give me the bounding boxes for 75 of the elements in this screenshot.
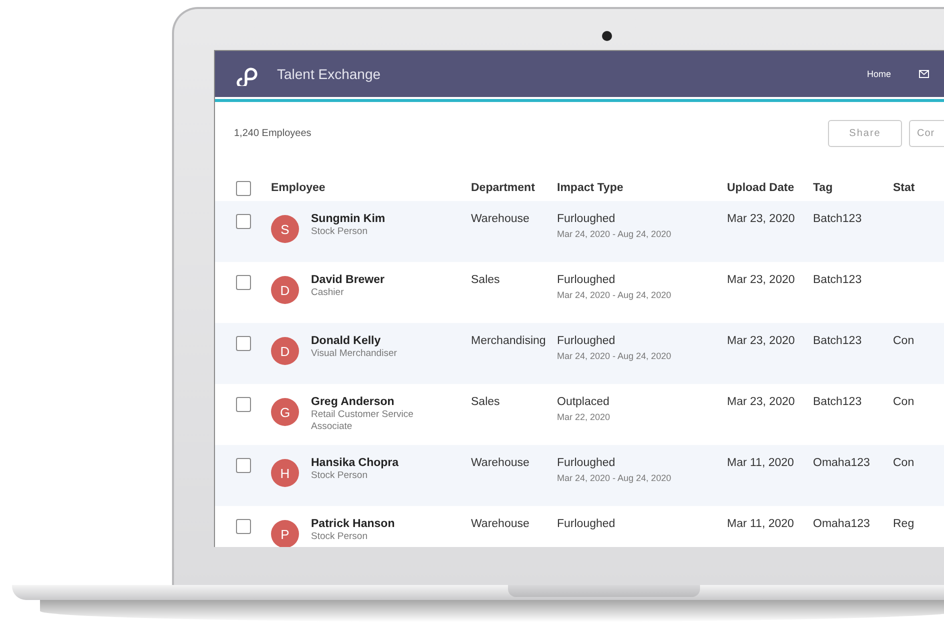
camera-icon	[602, 31, 612, 41]
department-cell-text: Sales	[471, 274, 501, 286]
home-link[interactable]: Home	[866, 69, 891, 79]
avatar: G	[271, 398, 299, 426]
employee-count: 1,240 Employees	[234, 128, 312, 139]
impact-dates: Mar 24, 2020 - Aug 24, 2020	[557, 229, 672, 239]
table-row[interactable]: D Donald Kelly Visual Merchandiser Merchandising Furloughed Mar 24, 2020 - Aug 24, 2020 Mar 23, 2020 Batch123 Con	[215, 323, 944, 384]
impact-type: Outplaced	[557, 396, 610, 408]
impact-dates: Mar 24, 2020 - Aug 24, 2020	[557, 290, 672, 300]
table-row[interactable]: H Hansika Chopra Stock Person Warehouse Furloughed Mar 24, 2020 - Aug 24, 2020 Mar 11, 2020 Omaha123 Con	[215, 445, 944, 506]
upload-date-cell-text: Mar 11, 2020	[727, 457, 795, 469]
impact-type: Furloughed	[557, 274, 616, 286]
employee-name: Donald Kelly	[311, 335, 382, 347]
upload-date-cell-text: Mar 23, 2020	[727, 396, 796, 408]
impact-dates: Mar 24, 2020 - Aug 24, 2020	[557, 473, 672, 483]
impact-type: Furloughed	[557, 335, 616, 347]
select-all-checkbox[interactable]	[236, 180, 251, 196]
column-header[interactable]: Tag	[813, 182, 893, 194]
tag-cell-text: Omaha123	[813, 518, 871, 530]
upload-date-cell-text: Mar 11, 2020	[727, 518, 795, 530]
table-row[interactable]: S Sungmin Kim Stock Person Warehouse Furloughed Mar 24, 2020 - Aug 24, 2020 Mar 23, 2020 Batch123	[215, 201, 944, 262]
department-cell-text: Merchandising	[471, 335, 547, 347]
job-title: Stock Person	[311, 470, 368, 482]
avatar: H	[271, 459, 299, 487]
department-cell-text: Warehouse	[471, 518, 530, 530]
column-header[interactable]: Employee	[271, 182, 471, 194]
status-cell-text: Con	[893, 457, 916, 469]
status-cell-text: Reg	[893, 518, 916, 530]
department-cell-text: Sales	[471, 396, 501, 408]
row-checkbox[interactable]	[236, 214, 251, 229]
avatar: D	[271, 276, 299, 304]
impact-type: Furloughed	[557, 457, 616, 469]
app-title: Talent Exchange	[277, 66, 381, 82]
avatar: S	[271, 215, 299, 243]
impact-dates: Mar 24, 2020 - Aug 24, 2020	[557, 351, 672, 361]
column-header[interactable]: Department	[471, 182, 557, 194]
department-cell-text: Warehouse	[471, 213, 530, 225]
upload-date-cell-text: Mar 23, 2020	[727, 335, 796, 347]
avatar: P	[271, 520, 299, 547]
avatar: D	[271, 337, 299, 365]
row-checkbox[interactable]	[236, 336, 251, 351]
job-title: Stock Person	[311, 226, 368, 238]
employee-name: Greg Anderson	[311, 396, 396, 408]
job-title: Visual Merchandiser	[311, 348, 397, 360]
tag-cell-text: Omaha123	[813, 457, 871, 469]
employee-name: Sungmin Kim	[311, 213, 386, 225]
tag-cell-text: Batch123	[813, 396, 863, 408]
row-checkbox[interactable]	[236, 458, 251, 473]
row-checkbox[interactable]	[236, 519, 251, 534]
employee-name: Patrick Hanson	[311, 518, 395, 530]
employee-name: Hansika Chopra	[311, 457, 399, 469]
job-title: Stock Person	[311, 531, 368, 543]
upload-date-cell-text: Mar 23, 2020	[727, 213, 796, 225]
impact-type: Furloughed	[557, 213, 616, 225]
tag-cell-text: Batch123	[813, 274, 863, 286]
mail-icon[interactable]	[919, 70, 929, 78]
column-header[interactable]: Impact Type	[557, 182, 727, 194]
upload-date-cell-text: Mar 23, 2020	[727, 274, 796, 286]
impact-dates: Mar 22, 2020	[557, 412, 612, 422]
job-title: Retail Customer Service Associate	[311, 409, 414, 433]
row-checkbox[interactable]	[236, 275, 251, 290]
impact-type: Furloughed	[557, 518, 616, 530]
column-header[interactable]: Stat	[893, 182, 944, 194]
table-row[interactable]: G Greg Anderson Retail Customer Service Associate Sales Outplaced Mar 22, 2020 Mar 23, 2020 Batch123 Con	[215, 384, 944, 445]
table-row[interactable]: P Patrick Hanson Stock Person Warehouse Furloughed Mar 11, 2020 Omaha123 Reg	[215, 506, 944, 547]
department-cell-text: Warehouse	[471, 457, 530, 469]
job-title: Cashier	[311, 287, 345, 299]
column-header[interactable]: Upload Date	[727, 182, 813, 194]
tag-cell-text: Batch123	[813, 335, 863, 347]
tag-cell-text: Batch123	[813, 213, 863, 225]
row-checkbox[interactable]	[236, 397, 251, 412]
status-cell-text: Con	[893, 396, 916, 408]
status-cell-text: Con	[893, 335, 916, 347]
employee-name: David Brewer	[311, 274, 385, 286]
table-row[interactable]: D David Brewer Cashier Sales Furloughed Mar 24, 2020 - Aug 24, 2020 Mar 23, 2020 Batch123	[215, 262, 944, 323]
